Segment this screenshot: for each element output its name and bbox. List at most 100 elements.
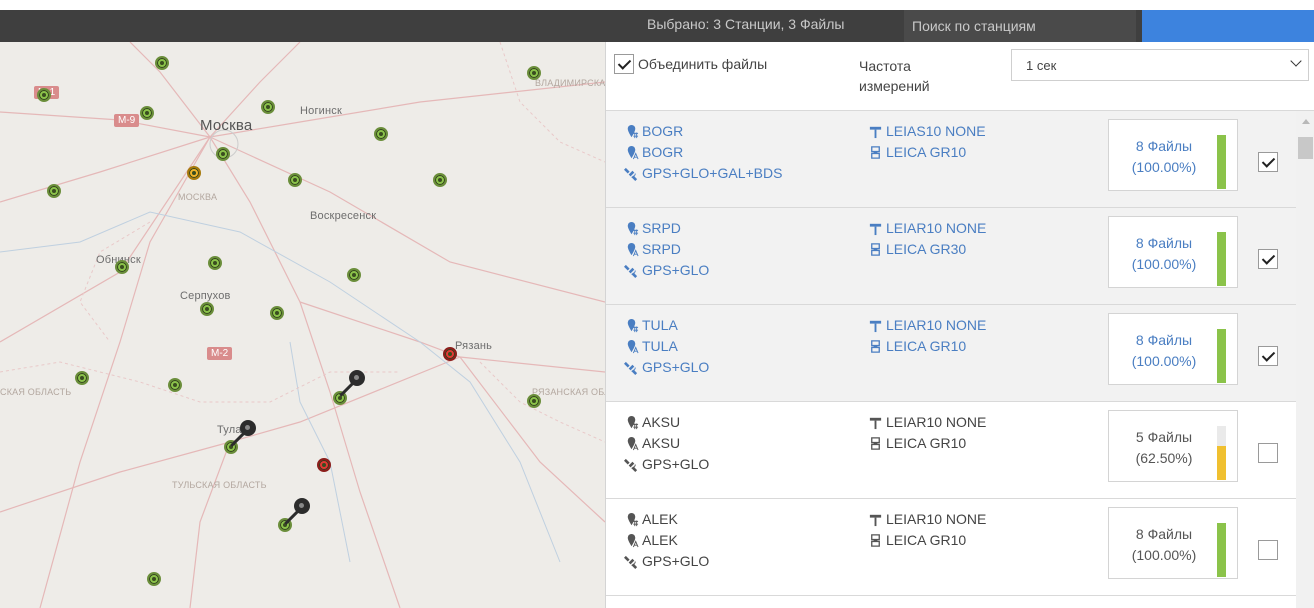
station-marker-name: BOGR <box>642 144 684 160</box>
city-label-serpukhov: Серпухов <box>180 290 231 302</box>
station-marker-name: TULA <box>642 338 678 354</box>
station-marker[interactable] <box>527 66 541 80</box>
stations-panel: Объединить файлы Частота измерений 1 сек… <box>605 42 1314 608</box>
marker-a-icon <box>624 533 639 548</box>
antenna-icon <box>868 221 883 236</box>
scroll-up-icon[interactable] <box>1302 119 1310 124</box>
antenna-type: LEIAR10 NONE <box>886 220 987 236</box>
station-code[interactable]: AKSU <box>642 412 680 433</box>
station-row[interactable]: ALEK ALEK GPS+GLO LEIAR10 NONE LEICA GR1… <box>606 499 1296 596</box>
stations-map[interactable]: М-1 М-9 М-2 Москва Ногинск Воскресенск О… <box>0 42 605 608</box>
region-label-tula: ТУЛЬСКАЯ ОБЛАСТЬ <box>172 480 267 490</box>
files-progress-bar <box>1217 135 1226 189</box>
marker-a-icon <box>624 145 639 160</box>
satellite-icon <box>624 166 639 181</box>
station-marker[interactable] <box>147 572 161 586</box>
files-progress-bar <box>1217 523 1226 577</box>
receiver-type: LEICA GR10 <box>886 435 967 451</box>
station-marker-error[interactable] <box>443 347 457 361</box>
station-marker[interactable] <box>261 100 275 114</box>
satellite-icon <box>624 263 639 278</box>
station-marker[interactable] <box>75 371 89 385</box>
receiver-icon <box>868 145 883 160</box>
selection-value: 3 Станции, 3 Файлы <box>713 16 845 32</box>
files-summary: 8 Файлы (100.00%) <box>1108 507 1238 579</box>
region-label-moscow: МОСКВА <box>178 192 218 202</box>
station-identity: SRPD SRPD GPS+GLO <box>624 218 709 281</box>
station-select-checkbox[interactable] <box>1258 540 1278 560</box>
station-row[interactable]: AKSU AKSU GPS+GLO LEIAR10 NONE LEICA GR1… <box>606 402 1296 499</box>
station-search-input[interactable] <box>904 10 1136 42</box>
antenna-type: LEIAR10 NONE <box>886 511 987 527</box>
selected-pin-icon[interactable] <box>349 370 365 386</box>
gnss-systems: GPS+GLO+GAL+BDS <box>642 165 783 181</box>
station-marker[interactable] <box>270 306 284 320</box>
road-shield-m9: М-9 <box>114 114 140 127</box>
station-marker[interactable] <box>347 268 361 282</box>
frequency-select[interactable]: 1 сек <box>1011 49 1309 81</box>
marker-a-icon <box>624 339 639 354</box>
region-label-vladimir: ВЛАДИМИРСКА ОБЛАСТЬ <box>535 78 605 88</box>
station-marker[interactable] <box>433 173 447 187</box>
station-marker[interactable] <box>140 106 154 120</box>
antenna-icon <box>868 318 883 333</box>
city-label-voskresensk: Воскресенск <box>310 210 377 222</box>
station-marker-error[interactable] <box>317 458 331 472</box>
primary-action-button[interactable] <box>1142 10 1314 42</box>
city-label-tula: Тула <box>217 424 242 436</box>
files-percent: (100.00%) <box>1131 256 1197 272</box>
station-marker[interactable] <box>37 88 51 102</box>
frequency-label: Частота измерений <box>859 58 930 94</box>
station-marker[interactable] <box>216 147 230 161</box>
station-code[interactable]: TULA <box>642 315 678 336</box>
files-summary: 8 Файлы (100.00%) <box>1108 119 1238 191</box>
receiver-icon <box>868 339 883 354</box>
region-label-ryazan: РЯЗАНСКАЯ ОБЛАСТЬ <box>532 387 605 397</box>
station-select-checkbox[interactable] <box>1258 346 1278 366</box>
station-select-checkbox[interactable] <box>1258 249 1278 269</box>
selected-pin-icon[interactable] <box>240 420 256 436</box>
station-row[interactable]: TULA TULA GPS+GLO LEIAR10 NONE LEICA GR1… <box>606 305 1296 402</box>
station-marker[interactable] <box>155 56 169 70</box>
city-label-ryazan: Рязань <box>455 340 493 352</box>
station-select-checkbox[interactable] <box>1258 443 1278 463</box>
frequency-value: 1 сек <box>1026 58 1057 73</box>
receiver-type: LEICA GR30 <box>886 241 967 257</box>
station-code[interactable]: ALEK <box>642 509 678 530</box>
files-count: 5 Файлы <box>1135 429 1193 445</box>
station-code[interactable]: BOGR <box>642 121 683 142</box>
selected-pin-icon[interactable] <box>294 498 310 514</box>
station-equipment: LEIAR10 NONE LEICA GR10 <box>868 509 986 551</box>
station-marker[interactable] <box>527 394 541 408</box>
station-code[interactable]: SRPD <box>642 218 681 239</box>
antenna-type: LEIAS10 NONE <box>886 123 986 139</box>
station-marker[interactable] <box>288 173 302 187</box>
station-marker[interactable] <box>208 256 222 270</box>
station-marker[interactable] <box>115 260 129 274</box>
station-row[interactable]: BOGR BOGR GPS+GLO+GAL+BDS LEIAS10 NONE L… <box>606 111 1296 208</box>
merge-files-checkbox[interactable] <box>614 54 634 74</box>
station-equipment: LEIAS10 NONE LEICA GR10 <box>868 121 986 163</box>
list-scrollbar[interactable] <box>1296 111 1314 608</box>
station-select-checkbox[interactable] <box>1258 152 1278 172</box>
station-marker-warning[interactable] <box>187 166 201 180</box>
options-bar: Объединить файлы Частота измерений 1 сек <box>606 42 1314 111</box>
files-percent: (100.00%) <box>1131 159 1197 175</box>
satellite-icon <box>624 457 639 472</box>
marker-hash-icon <box>624 318 639 333</box>
station-marker[interactable] <box>47 184 61 198</box>
station-marker[interactable] <box>200 302 214 316</box>
chevron-down-icon <box>1290 55 1302 67</box>
station-marker[interactable] <box>168 378 182 392</box>
files-summary: 8 Файлы (100.00%) <box>1108 313 1238 385</box>
scroll-thumb[interactable] <box>1298 137 1313 159</box>
files-progress-fill <box>1217 232 1226 286</box>
station-marker[interactable] <box>374 127 388 141</box>
merge-files-toggle[interactable]: Объединить файлы <box>614 54 767 74</box>
gnss-systems: GPS+GLO <box>642 359 710 375</box>
receiver-type: LEICA GR10 <box>886 144 967 160</box>
antenna-icon <box>868 124 883 139</box>
station-row[interactable]: SRPD SRPD GPS+GLO LEIAR10 NONE LEICA GR3… <box>606 208 1296 305</box>
files-count: 8 Файлы <box>1135 138 1193 154</box>
files-count: 8 Файлы <box>1135 332 1193 348</box>
